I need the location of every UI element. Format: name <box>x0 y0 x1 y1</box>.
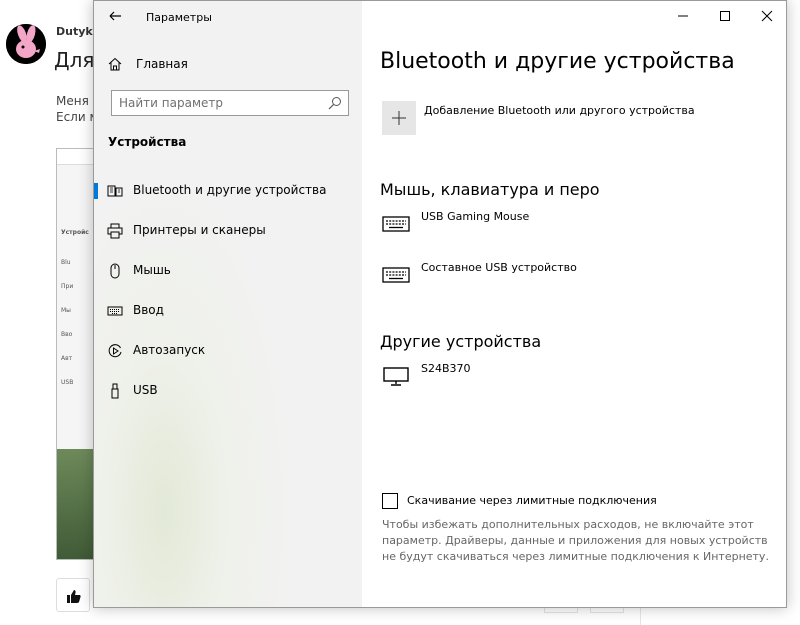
nav-item-label: USB <box>133 383 158 397</box>
home-icon <box>108 57 122 71</box>
nav-item-label: Принтеры и сканеры <box>133 223 266 237</box>
devices-icon <box>107 185 123 197</box>
window-title: Параметры <box>146 11 212 24</box>
mouse-icon <box>110 263 120 279</box>
thumbnail-text: Устройс <box>61 229 89 236</box>
keyboard-icon <box>107 306 123 316</box>
page-title: Bluetooth и другие устройства <box>380 49 735 74</box>
settings-window: Параметры Главная Найти параметр Устройс… <box>93 0 787 608</box>
nav-item-label: Ввод <box>133 303 164 317</box>
metered-download-description: Чтобы избежать дополнительных расходов, … <box>382 518 769 563</box>
thumbnail-text: При <box>61 283 74 290</box>
maximize-icon <box>720 11 730 21</box>
thumbnail-text: Мы <box>61 307 71 314</box>
nav-home-label: Главная <box>136 57 188 71</box>
nav-item-bluetooth[interactable]: Bluetooth и другие устройства <box>94 175 362 207</box>
keyboard-icon <box>382 216 410 232</box>
nav-item-label: Bluetooth и другие устройства <box>133 183 327 197</box>
close-button[interactable] <box>746 1 786 31</box>
device-name: S24B370 <box>421 362 471 375</box>
monitor-icon <box>383 367 409 386</box>
nav-item-label: Автозапуск <box>133 343 206 357</box>
like-button[interactable] <box>56 578 90 612</box>
metered-download-label[interactable]: Скачивание через лимитные подключения <box>407 494 657 507</box>
nav-section-title: Устройства <box>108 135 187 149</box>
device-name: Составное USB устройство <box>421 261 577 274</box>
bunny-logo-icon <box>6 24 46 64</box>
device-name: USB Gaming Mouse <box>421 210 530 223</box>
add-device-button[interactable] <box>382 101 416 135</box>
nav-item-printers[interactable]: Принтеры и сканеры <box>94 215 362 247</box>
minimize-button[interactable] <box>662 1 704 31</box>
usb-icon <box>111 383 119 399</box>
thumbnail-text: Blu <box>61 259 71 266</box>
thumbnail-text: Авт <box>61 355 73 362</box>
active-indicator <box>94 183 98 199</box>
thumbnail-wallpaper <box>57 449 95 559</box>
settings-content-pane: Bluetooth и другие устройства Добавление… <box>362 1 786 607</box>
minimize-icon <box>678 15 688 17</box>
back-arrow-icon <box>109 11 121 21</box>
nav-home[interactable]: Главная <box>108 55 188 73</box>
post-screenshot-thumbnail[interactable]: Устройс Blu При Мы Вво Авт USB <box>56 148 96 560</box>
post-title: Для <box>54 48 95 72</box>
thumbnail-titlebar <box>57 149 95 165</box>
nav-item-typing[interactable]: Ввод <box>94 295 362 327</box>
thumbs-up-icon <box>67 590 81 603</box>
back-button[interactable] <box>106 7 124 25</box>
checkbox-box[interactable] <box>382 493 398 509</box>
settings-nav-pane: Параметры Главная Найти параметр Устройс… <box>94 1 362 607</box>
nav-item-mouse[interactable]: Мышь <box>94 255 362 287</box>
group-title-other-devices: Другие устройства <box>380 332 542 351</box>
nav-item-autoplay[interactable]: Автозапуск <box>94 335 362 367</box>
nav-item-usb[interactable]: USB <box>94 375 362 407</box>
nav-item-label: Мышь <box>133 263 171 277</box>
thumbnail-text: USB <box>61 379 74 386</box>
keyboard-icon <box>382 267 410 283</box>
printer-icon <box>107 223 123 239</box>
search-placeholder: Найти параметр <box>119 96 223 110</box>
add-device-label[interactable]: Добавление Bluetooth или другого устройс… <box>424 104 695 117</box>
group-title-input-devices: Мышь, клавиатура и перо <box>380 180 600 199</box>
plus-icon <box>392 111 406 125</box>
maximize-button[interactable] <box>704 1 746 31</box>
thumbnail-text: Вво <box>61 331 73 338</box>
search-input[interactable]: Найти параметр <box>111 90 349 116</box>
close-icon <box>761 10 773 22</box>
search-icon[interactable] <box>328 96 342 110</box>
autoplay-icon <box>108 344 122 358</box>
window-controls <box>662 1 786 31</box>
post-author[interactable]: Dutyk, <box>56 25 97 38</box>
user-avatar[interactable] <box>6 24 46 64</box>
